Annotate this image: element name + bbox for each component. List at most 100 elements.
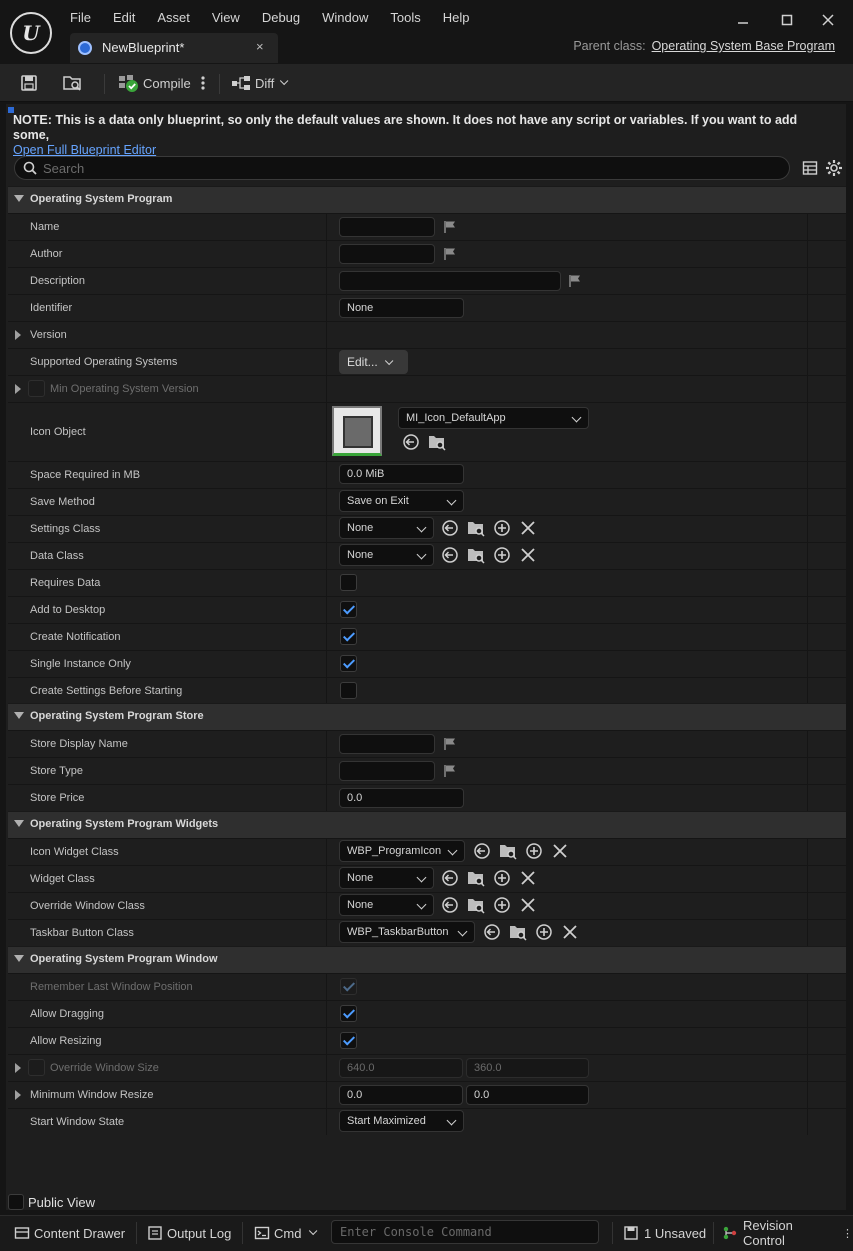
- section-program-header[interactable]: Operating System Program: [8, 186, 846, 213]
- use-selected-icon[interactable]: [402, 433, 420, 451]
- revision-control-button[interactable]: Revision Control ⋮: [722, 1218, 853, 1248]
- localize-flag-icon[interactable]: [568, 274, 582, 288]
- expand-arrow-icon[interactable]: [15, 1090, 21, 1100]
- use-selected-icon[interactable]: [441, 869, 459, 887]
- menu-debug[interactable]: Debug: [262, 10, 300, 25]
- menu-file[interactable]: File: [70, 10, 91, 25]
- use-selected-icon[interactable]: [441, 546, 459, 564]
- menu-window[interactable]: Window: [322, 10, 368, 25]
- add-to-desktop-checkbox[interactable]: [340, 601, 357, 618]
- compile-button[interactable]: Compile: [117, 72, 191, 94]
- public-view-toggle[interactable]: Public View: [8, 1194, 95, 1210]
- remember-last-pos-checkbox[interactable]: [340, 978, 357, 995]
- create-settings-checkbox[interactable]: [340, 682, 357, 699]
- taskbar-button-class-picker[interactable]: WBP_TaskbarButton: [339, 921, 475, 943]
- space-required-field[interactable]: 0.0 MiB: [339, 464, 464, 484]
- clear-icon[interactable]: [561, 923, 579, 941]
- use-selected-icon[interactable]: [441, 519, 459, 537]
- settings-class-picker[interactable]: None: [339, 517, 434, 539]
- clear-icon[interactable]: [519, 896, 537, 914]
- single-instance-checkbox[interactable]: [340, 655, 357, 672]
- save-icon[interactable]: [20, 72, 38, 94]
- store-display-name-field[interactable]: [339, 734, 435, 754]
- search-bar[interactable]: [14, 156, 790, 180]
- browse-folder-icon[interactable]: [467, 869, 485, 887]
- add-icon[interactable]: [493, 519, 511, 537]
- identifier-field[interactable]: None: [339, 298, 464, 318]
- browse-folder-icon[interactable]: [467, 519, 485, 537]
- widget-class-picker[interactable]: None: [339, 867, 434, 889]
- expand-arrow-icon[interactable]: [15, 330, 21, 340]
- content-drawer-button[interactable]: Content Drawer: [14, 1224, 125, 1242]
- minimize-icon[interactable]: [731, 10, 755, 34]
- allow-resizing-checkbox[interactable]: [340, 1032, 357, 1049]
- compile-options-icon[interactable]: [198, 72, 208, 94]
- override-window-class-picker[interactable]: None: [339, 894, 434, 916]
- store-price-field[interactable]: 0.0: [339, 788, 464, 808]
- maximize-icon[interactable]: [775, 10, 799, 34]
- expand-arrow-icon[interactable]: [15, 1063, 21, 1073]
- browse-folder-icon[interactable]: [467, 546, 485, 564]
- settings-gear-icon[interactable]: [825, 159, 843, 177]
- store-type-field[interactable]: [339, 761, 435, 781]
- browse-folder-icon[interactable]: [467, 896, 485, 914]
- expand-arrow-icon[interactable]: [15, 384, 21, 394]
- menu-tools[interactable]: Tools: [390, 10, 420, 25]
- use-selected-icon[interactable]: [483, 923, 501, 941]
- add-icon[interactable]: [493, 546, 511, 564]
- menu-asset[interactable]: Asset: [157, 10, 190, 25]
- min-window-resize-x-field[interactable]: 0.0: [339, 1085, 463, 1105]
- browse-asset-icon[interactable]: [62, 72, 84, 94]
- use-selected-icon[interactable]: [441, 896, 459, 914]
- browse-folder-icon[interactable]: [499, 842, 517, 860]
- clear-icon[interactable]: [519, 869, 537, 887]
- description-text-field[interactable]: [339, 271, 561, 291]
- create-notification-checkbox[interactable]: [340, 628, 357, 645]
- min-window-resize-y-field[interactable]: 0.0: [466, 1085, 589, 1105]
- more-options-icon[interactable]: ⋮: [842, 1227, 853, 1240]
- close-window-icon[interactable]: [816, 10, 840, 34]
- add-icon[interactable]: [493, 896, 511, 914]
- min-os-version-override-checkbox[interactable]: [28, 380, 45, 397]
- add-icon[interactable]: [493, 869, 511, 887]
- console-command-input[interactable]: [340, 1224, 590, 1240]
- tab-close-icon[interactable]: ×: [256, 39, 264, 54]
- diff-button[interactable]: Diff: [231, 72, 289, 94]
- clear-icon[interactable]: [519, 546, 537, 564]
- browse-folder-icon[interactable]: [428, 433, 446, 451]
- output-log-button[interactable]: Output Log: [147, 1224, 231, 1242]
- unreal-logo-icon[interactable]: U: [10, 12, 52, 54]
- add-icon[interactable]: [535, 923, 553, 941]
- localize-flag-icon[interactable]: [443, 247, 457, 261]
- data-class-picker[interactable]: None: [339, 544, 434, 566]
- requires-data-checkbox[interactable]: [340, 574, 357, 591]
- parent-class-link[interactable]: Operating System Base Program: [652, 39, 835, 53]
- override-window-size-x-field[interactable]: 640.0: [339, 1058, 463, 1078]
- icon-object-thumbnail[interactable]: [332, 406, 382, 456]
- console-command-box[interactable]: [331, 1220, 599, 1244]
- edit-supported-os-button[interactable]: Edit...: [339, 350, 408, 374]
- icon-widget-class-picker[interactable]: WBP_ProgramIcon: [339, 840, 465, 862]
- menu-edit[interactable]: Edit: [113, 10, 135, 25]
- menu-help[interactable]: Help: [443, 10, 470, 25]
- public-view-checkbox[interactable]: [8, 1194, 24, 1210]
- name-text-field[interactable]: [339, 217, 435, 237]
- cmd-selector[interactable]: Cmd: [254, 1224, 318, 1242]
- allow-dragging-checkbox[interactable]: [340, 1005, 357, 1022]
- search-input[interactable]: [43, 159, 763, 177]
- section-window-header[interactable]: Operating System Program Window: [8, 946, 846, 973]
- clear-icon[interactable]: [551, 842, 569, 860]
- override-window-size-checkbox[interactable]: [28, 1059, 45, 1076]
- section-store-header[interactable]: Operating System Program Store: [8, 703, 846, 730]
- localize-flag-icon[interactable]: [443, 220, 457, 234]
- start-window-state-dropdown[interactable]: Start Maximized: [339, 1110, 464, 1132]
- tab-newblueprint[interactable]: NewBlueprint* ×: [70, 33, 278, 63]
- menu-view[interactable]: View: [212, 10, 240, 25]
- save-method-dropdown[interactable]: Save on Exit: [339, 490, 464, 512]
- icon-object-picker[interactable]: MI_Icon_DefaultApp: [398, 407, 589, 429]
- clear-icon[interactable]: [519, 519, 537, 537]
- table-view-icon[interactable]: [802, 160, 818, 176]
- use-selected-icon[interactable]: [473, 842, 491, 860]
- override-window-size-y-field[interactable]: 360.0: [466, 1058, 589, 1078]
- add-icon[interactable]: [525, 842, 543, 860]
